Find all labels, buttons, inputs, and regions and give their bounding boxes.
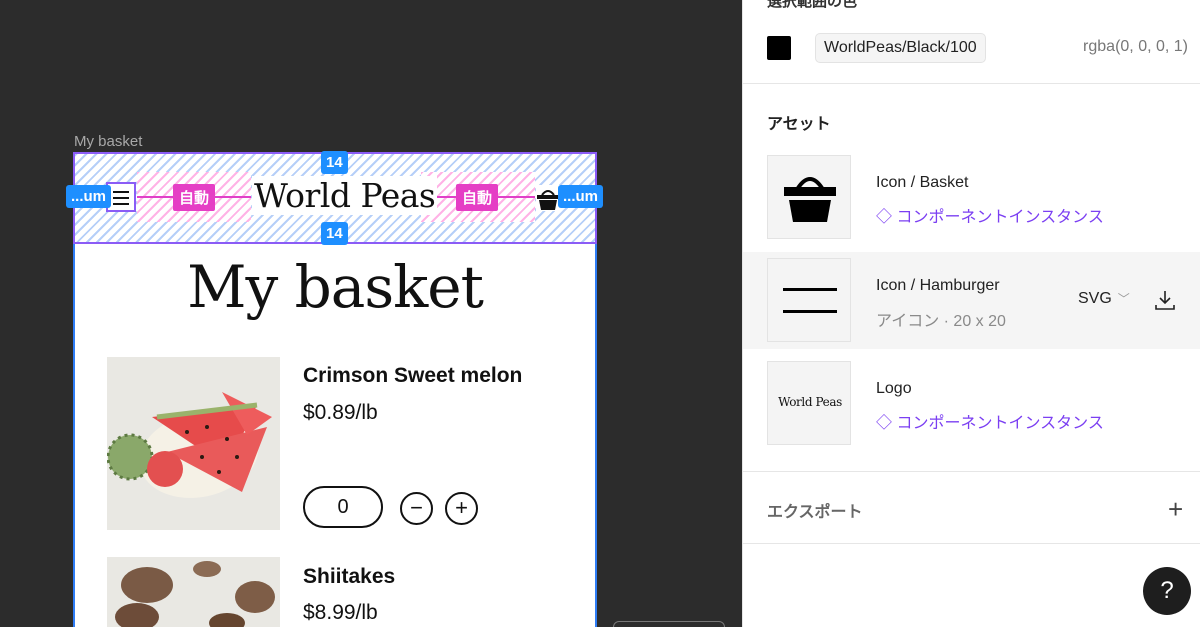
melon-image[interactable] xyxy=(107,357,280,530)
product-name[interactable]: Crimson Sweet melon xyxy=(303,364,522,388)
design-canvas[interactable]: My basket World Peas 自動 自動 14 14 ...um .… xyxy=(0,0,742,627)
chevron-down-icon: ﹀ xyxy=(1117,292,1130,306)
diamond-icon: ◇ xyxy=(876,209,897,226)
decrement-button[interactable]: − xyxy=(400,492,433,525)
color-swatch[interactable] xyxy=(767,36,791,60)
asset-name: Icon / Hamburger xyxy=(876,277,1000,294)
assets-title: アセット xyxy=(767,116,831,133)
layer-tag-left: ...um xyxy=(66,185,112,208)
auto-spacing-tag-right: 自動 xyxy=(456,184,499,211)
divider xyxy=(743,543,1200,544)
basket-icon[interactable] xyxy=(536,185,560,211)
diamond-icon: ◇ xyxy=(876,415,897,432)
logo-text[interactable]: World Peas xyxy=(252,176,438,215)
basket-icon xyxy=(784,177,836,222)
divider xyxy=(743,471,1200,472)
logo-thumbnail-text: World Peas xyxy=(778,395,842,409)
product-name[interactable]: Shiitakes xyxy=(303,565,395,589)
asset-component-link[interactable]: ◇ コンポーネントインスタンス xyxy=(876,409,1104,433)
download-icon[interactable] xyxy=(1153,288,1177,312)
shiitake-image[interactable] xyxy=(107,557,280,627)
auto-spacing-tag-left: 自動 xyxy=(173,184,216,211)
spacing-bottom-tag: 14 xyxy=(321,222,348,245)
section-title-selection-colors: 選択範囲の色 xyxy=(767,0,858,10)
inspect-panel: 選択範囲の色 WorldPeas/Black/100 rgba(0, 0, 0,… xyxy=(742,0,1200,627)
canvas-toolbar-edge[interactable] xyxy=(613,621,725,627)
add-export-button[interactable]: + xyxy=(1168,494,1183,525)
asset-row-hamburger[interactable]: Icon / Hamburger アイコン · 20 x 20 SVG ﹀ xyxy=(743,252,1200,349)
asset-row-basket[interactable]: Icon / Basket ◇ コンポーネントインスタンス xyxy=(743,149,1200,246)
asset-component-link[interactable]: ◇ コンポーネントインスタンス xyxy=(876,203,1104,227)
export-format-select[interactable]: SVG ﹀ xyxy=(1078,290,1130,308)
asset-thumbnail: World Peas xyxy=(767,361,851,445)
help-button[interactable]: ? xyxy=(1143,567,1191,615)
asset-thumbnail xyxy=(767,155,851,239)
asset-thumbnail xyxy=(767,258,851,342)
export-title: エクスポート xyxy=(767,504,863,521)
asset-name: Logo xyxy=(876,380,912,397)
page-title[interactable]: My basket xyxy=(73,253,597,321)
increment-button[interactable]: + xyxy=(445,492,478,525)
frame-label[interactable]: My basket xyxy=(74,133,142,150)
asset-name: Icon / Basket xyxy=(876,174,969,191)
product-price[interactable]: $0.89/lb xyxy=(303,401,378,425)
hamburger-icon xyxy=(783,288,837,313)
layer-tag-right: ...um xyxy=(558,185,604,208)
divider xyxy=(743,83,1200,84)
asset-meta: アイコン · 20 x 20 xyxy=(876,313,1006,330)
asset-row-logo[interactable]: World Peas Logo ◇ コンポーネントインスタンス xyxy=(743,355,1200,452)
color-variable-chip[interactable]: WorldPeas/Black/100 xyxy=(815,33,986,63)
quantity-field[interactable]: 0 xyxy=(303,486,383,528)
product-price[interactable]: $8.99/lb xyxy=(303,601,378,625)
spacing-top-tag: 14 xyxy=(321,151,348,174)
color-value[interactable]: rgba(0, 0, 0, 1) xyxy=(1083,38,1188,56)
